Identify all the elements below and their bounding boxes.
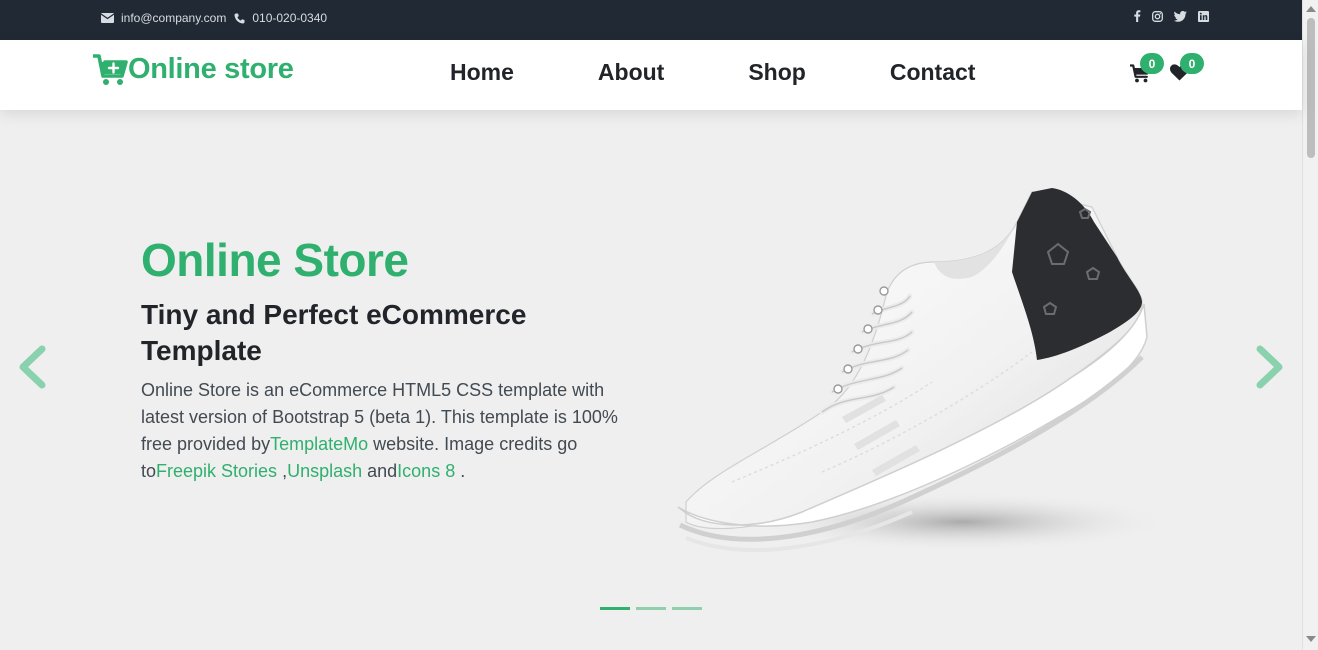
nav-link-about[interactable]: About	[598, 59, 664, 86]
nav-link-contact[interactable]: Contact	[890, 59, 976, 86]
chevron-right-icon	[1256, 345, 1283, 389]
icons8-link[interactable]: Icons 8	[397, 461, 455, 481]
scroll-up-arrow[interactable]	[1306, 6, 1316, 12]
carousel-indicator-1[interactable]	[600, 607, 630, 610]
freepik-link[interactable]: Freepik Stories	[156, 461, 277, 481]
hero-subtitle: Tiny and Perfect eCommerce Template	[141, 299, 527, 366]
description-text-5: .	[455, 461, 466, 481]
sneaker-image	[677, 188, 1162, 552]
scroll-thumb[interactable]	[1307, 18, 1315, 158]
hero-description: Online Store is an eCommerce HTML5 CSS t…	[141, 377, 651, 485]
envelope-icon	[101, 13, 114, 23]
email-link[interactable]: info@company.com	[101, 11, 226, 25]
scroll-down-arrow[interactable]	[1306, 636, 1316, 642]
social-links	[1133, 10, 1209, 22]
contact-info: info@company.com 010-020-0340	[101, 0, 335, 36]
top-bar: info@company.com 010-020-0340	[0, 0, 1302, 40]
main-navbar: Online store Home About Shop Contact 0 0	[0, 40, 1302, 110]
brand-name: Online store	[128, 53, 294, 85]
instagram-icon[interactable]	[1152, 10, 1163, 22]
hero-carousel: Online Store Tiny and Perfect eCommerce …	[0, 110, 1302, 650]
cart-plus-icon	[93, 53, 128, 85]
carousel-indicator-3[interactable]	[672, 607, 702, 610]
page-scrollbar[interactable]	[1302, 0, 1318, 650]
unsplash-link[interactable]: Unsplash	[287, 461, 362, 481]
brand-logo-link[interactable]: Online store	[93, 53, 294, 86]
carousel-indicators	[600, 607, 702, 610]
nav-link-shop[interactable]: Shop	[748, 59, 806, 86]
wishlist-count-badge: 0	[1180, 53, 1204, 74]
carousel-next-button[interactable]	[1254, 345, 1286, 394]
cart-button[interactable]: 0	[1128, 53, 1164, 88]
templatemo-link[interactable]: TemplateMo	[270, 434, 368, 454]
description-text-3: ,	[277, 461, 288, 481]
chevron-left-icon	[19, 345, 46, 389]
cart-count-badge: 0	[1140, 53, 1164, 74]
nav-link-home[interactable]: Home	[450, 59, 514, 86]
twitter-icon[interactable]	[1174, 10, 1187, 22]
phone-icon	[234, 13, 245, 23]
linkedin-icon[interactable]	[1198, 10, 1209, 22]
carousel-prev-button[interactable]	[16, 345, 48, 394]
carousel-indicator-2[interactable]	[636, 607, 666, 610]
hero-title: Online Store	[141, 234, 409, 286]
email-text: info@company.com	[121, 11, 227, 25]
description-text-4: and	[362, 461, 398, 481]
primary-nav: Home About Shop Contact	[450, 59, 975, 86]
facebook-icon[interactable]	[1133, 10, 1141, 22]
phone-text: 010-020-0340	[252, 11, 328, 25]
wishlist-button[interactable]: 0	[1170, 53, 1204, 86]
phone-link[interactable]: 010-020-0340	[234, 11, 327, 25]
